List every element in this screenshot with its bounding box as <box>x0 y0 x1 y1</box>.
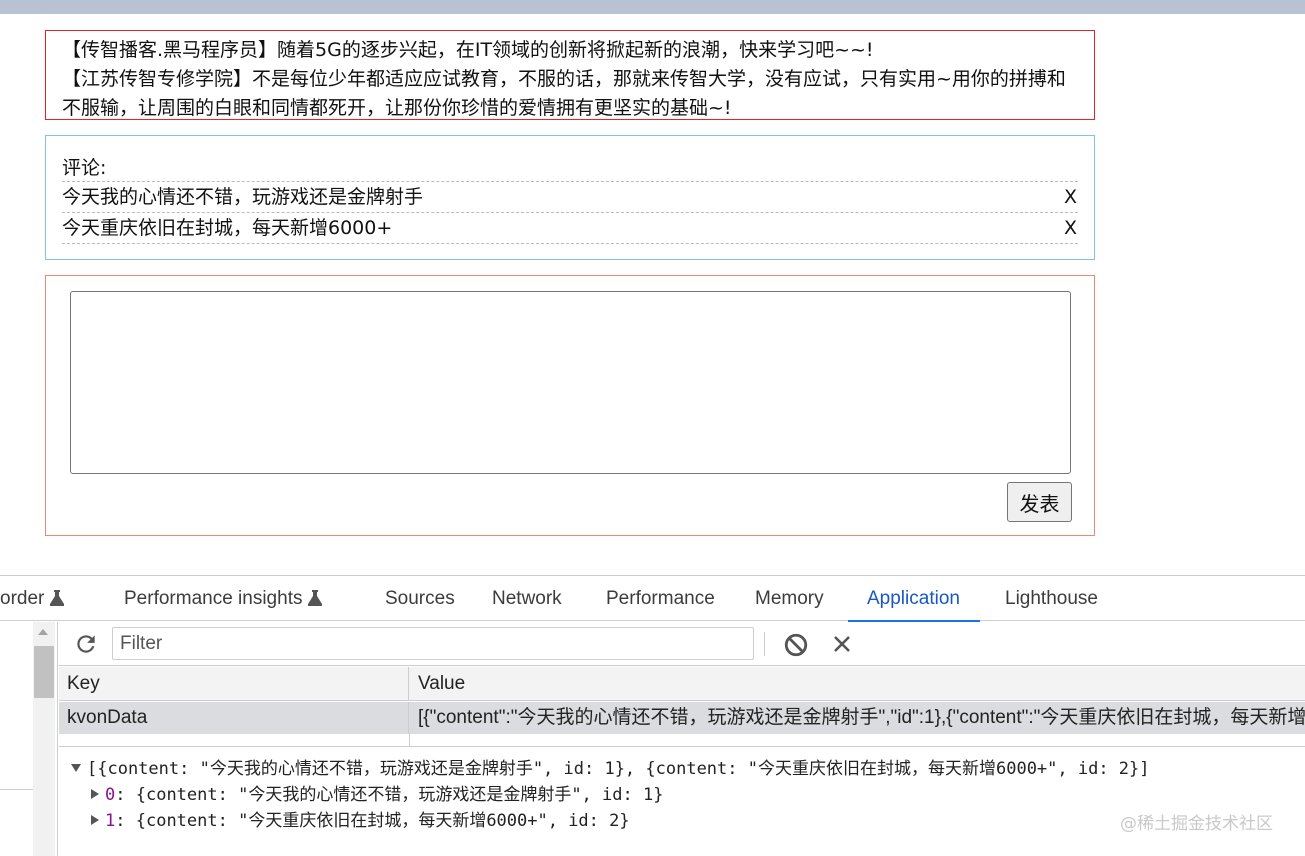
preview-item[interactable]: 1: {content: "今天重庆依旧在封城，每天新增6000+", id: … <box>91 808 630 834</box>
table-header: Key Value <box>59 667 1305 701</box>
comment-text: 今天我的心情还不错，玩游戏还是金牌射手 <box>62 186 424 208</box>
notice-line-1: 【传智播客.黑马程序员】随着5G的逐步兴起，在IT领域的创新将掀起新的浪潮，快来… <box>62 39 874 61</box>
tab-application[interactable]: Application <box>848 576 980 622</box>
column-header-value[interactable]: Value <box>410 667 1305 701</box>
toolbar-separator <box>764 632 765 656</box>
application-sidebar <box>0 622 58 856</box>
watermark: @稀土掘金技术社区 <box>1120 814 1273 834</box>
row-value: [{"content":"今天我的心情还不错，玩游戏还是金牌射手","id":1… <box>418 707 1305 728</box>
comment-text: 今天重庆依旧在封城，每天新增6000+ <box>62 217 393 239</box>
value-preview: [{content: "今天我的心情还不错，玩游戏还是金牌射手", id: 1}… <box>59 756 1305 856</box>
comment-list: 评论: 今天我的心情还不错，玩游戏还是金牌射手 X 今天重庆依旧在封城，每天新增… <box>45 135 1095 260</box>
sidebar-divider <box>0 789 33 790</box>
tab-recorder[interactable]: order <box>0 576 65 621</box>
delete-selected-icon[interactable] <box>830 632 854 656</box>
delete-comment-button[interactable]: X <box>1064 213 1078 243</box>
collapsed-triangle-icon[interactable] <box>91 789 99 799</box>
tab-sources[interactable]: Sources <box>385 576 455 621</box>
notice-box: 【传智播客.黑马程序员】随着5G的逐步兴起，在IT领域的创新将掀起新的浪潮，快来… <box>45 30 1095 120</box>
empty-table-row <box>59 734 1305 747</box>
comment-composer: 发表 <box>45 275 1095 536</box>
storage-toolbar <box>59 622 1305 666</box>
refresh-icon[interactable] <box>73 631 99 657</box>
preview-summary[interactable]: [{content: "今天我的心情还不错，玩游戏还是金牌射手", id: 1}… <box>71 756 1150 782</box>
flask-icon <box>50 590 65 606</box>
tab-memory[interactable]: Memory <box>755 576 824 621</box>
filter-input[interactable] <box>112 627 754 660</box>
table-row[interactable]: kvonData [{"content":"今天我的心情还不错，玩游戏还是金牌射… <box>59 702 1305 734</box>
flask-icon <box>308 590 323 606</box>
notice-line-2: 【江苏传智专修学院】不是每位少年都适应应试教育，不服的话，那就来传智大学，没有应… <box>62 68 1066 119</box>
tab-performance[interactable]: Performance <box>606 576 715 621</box>
comment-item: 今天我的心情还不错，玩游戏还是金牌射手 X <box>62 182 1078 213</box>
devtools-panel: order Performance insights Sources Netwo… <box>0 575 1305 856</box>
comment-textarea[interactable] <box>70 291 1071 474</box>
collapsed-triangle-icon[interactable] <box>91 815 99 825</box>
tab-performance-insights[interactable]: Performance insights <box>124 576 323 621</box>
delete-comment-button[interactable]: X <box>1064 182 1078 212</box>
local-storage-table: Key Value kvonData [{"content":"今天我的心情还不… <box>59 667 1305 747</box>
row-key: kvonData <box>59 702 409 734</box>
tab-lighthouse[interactable]: Lighthouse <box>1005 576 1098 621</box>
comment-list-title: 评论: <box>62 154 1078 182</box>
browser-top-bar <box>0 0 1305 14</box>
tab-network[interactable]: Network <box>492 576 562 621</box>
clear-all-icon[interactable] <box>783 632 809 658</box>
preview-item[interactable]: 0: {content: "今天我的心情还不错，玩游戏还是金牌射手", id: … <box>91 782 663 808</box>
publish-button[interactable]: 发表 <box>1007 482 1072 522</box>
comment-item: 今天重庆依旧在封城，每天新增6000+ X <box>62 213 1078 244</box>
column-header-key[interactable]: Key <box>59 667 409 701</box>
scroll-up-icon[interactable] <box>38 629 48 635</box>
sidebar-scrollbar-thumb[interactable] <box>34 646 54 698</box>
expand-triangle-icon[interactable] <box>71 764 81 772</box>
devtools-tab-bar: order Performance insights Sources Netwo… <box>0 576 1305 622</box>
